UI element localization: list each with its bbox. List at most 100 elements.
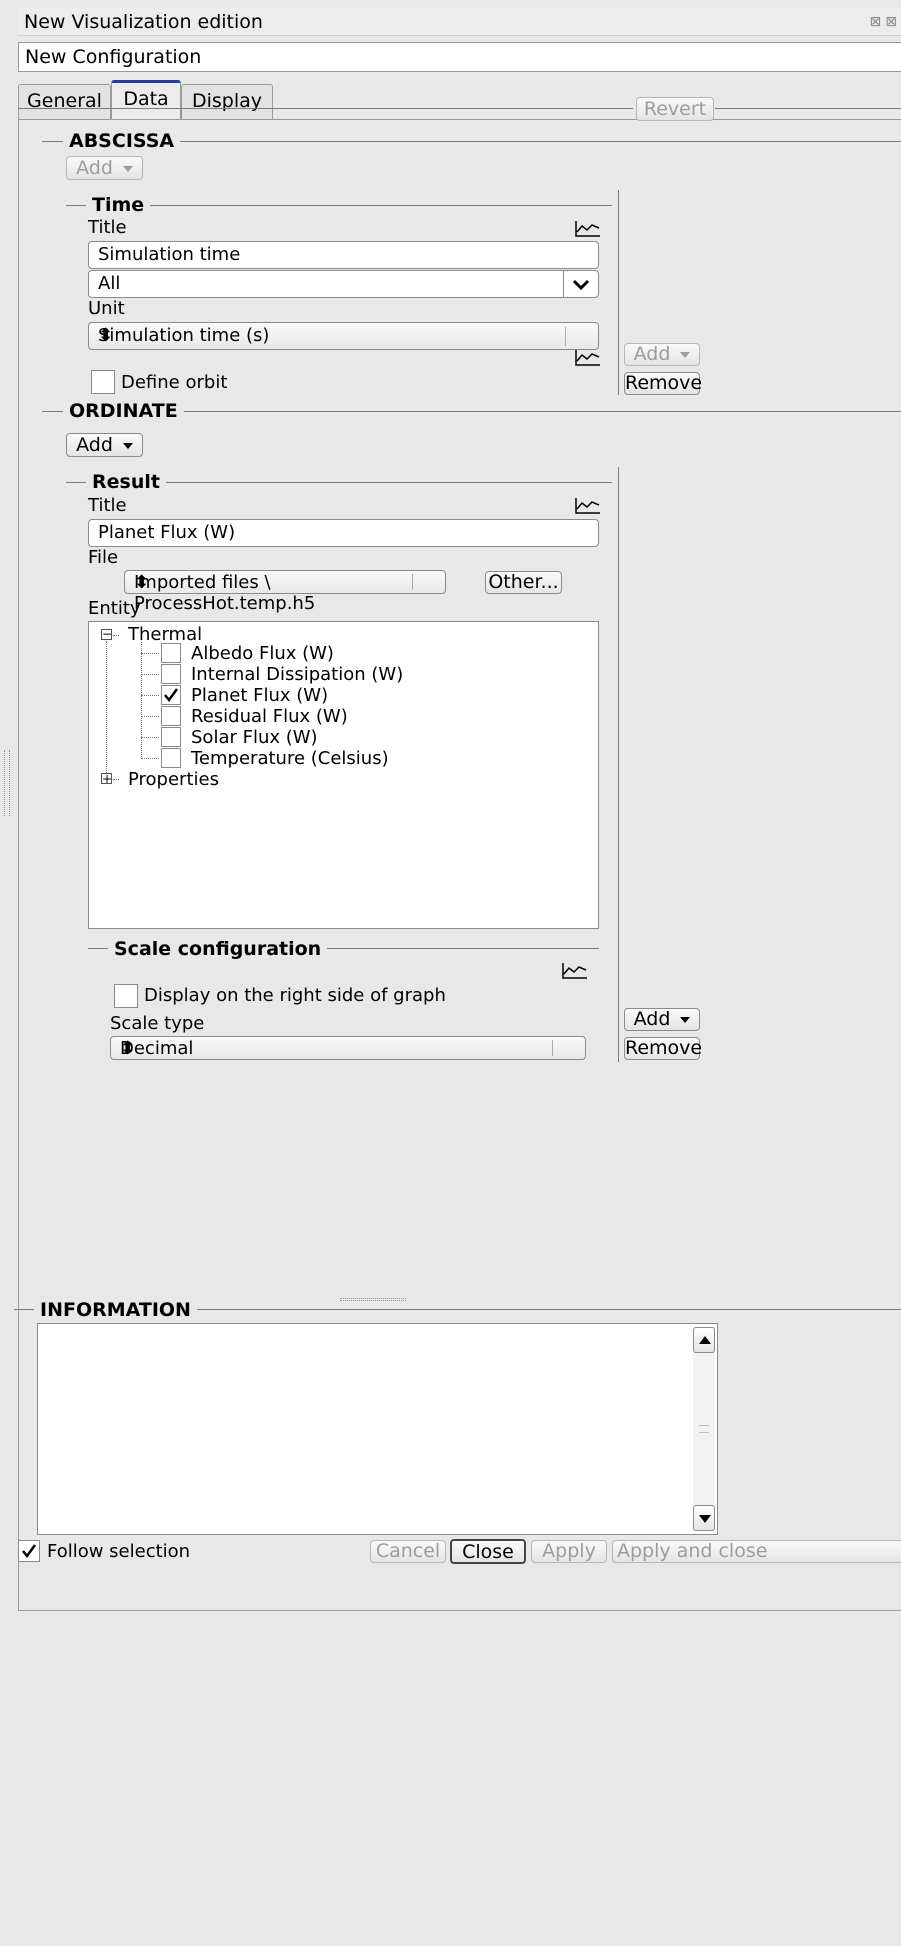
time-add-button[interactable]: Add bbox=[624, 343, 700, 366]
time-title-input[interactable]: Simulation time bbox=[88, 241, 599, 269]
file-other-button[interactable]: Other... bbox=[485, 571, 562, 594]
information-section-title: INFORMATION bbox=[34, 1299, 197, 1321]
tab-general[interactable]: General bbox=[18, 84, 111, 119]
abscissa-section-title: ABSCISSA bbox=[63, 130, 181, 152]
information-text-area[interactable] bbox=[37, 1323, 718, 1535]
tree-item-solar-flux[interactable]: Solar Flux (W) bbox=[191, 727, 318, 748]
time-unit-select[interactable]: Simulation time (s) ⬍ bbox=[88, 322, 599, 350]
revert-divider-right bbox=[715, 108, 901, 109]
graph-icon[interactable] bbox=[560, 960, 590, 982]
time-filter-value: All bbox=[98, 273, 121, 294]
updown-arrows-icon: ⬍ bbox=[98, 325, 114, 346]
tree-connector bbox=[141, 737, 159, 738]
visualization-edition-window: New Visualization edition ⊠⊠ New Configu… bbox=[0, 0, 901, 1946]
checkmark-icon bbox=[22, 1544, 37, 1559]
apply-button[interactable]: Apply bbox=[531, 1540, 607, 1563]
residual-flux-checkbox[interactable] bbox=[161, 706, 181, 726]
internal-dissipation-checkbox[interactable] bbox=[161, 664, 181, 684]
tree-connector bbox=[113, 779, 119, 780]
tree-connector bbox=[141, 758, 159, 759]
follow-selection-label: Follow selection bbox=[47, 1541, 191, 1562]
tab-data[interactable]: Data bbox=[111, 80, 181, 120]
float-icon[interactable]: ⊠ bbox=[870, 14, 886, 30]
right-side-checkbox[interactable] bbox=[114, 984, 138, 1008]
side-splitter-handle[interactable] bbox=[4, 750, 10, 816]
temperature-checkbox[interactable] bbox=[161, 748, 181, 768]
planet-flux-checkbox[interactable] bbox=[161, 685, 181, 705]
result-entity-label: Entity bbox=[88, 598, 141, 619]
define-orbit-checkbox[interactable] bbox=[91, 370, 115, 394]
ordinate-section-title: ORDINATE bbox=[63, 400, 184, 422]
result-title-input[interactable]: Planet Flux (W) bbox=[88, 519, 599, 547]
albedo-flux-checkbox[interactable] bbox=[161, 643, 181, 663]
time-group-right-border bbox=[618, 190, 619, 395]
checkmark-icon bbox=[164, 688, 179, 703]
time-title-label: Title bbox=[88, 217, 127, 238]
abscissa-add-label: Add bbox=[76, 157, 113, 179]
expand-icon[interactable]: + bbox=[101, 773, 112, 785]
time-add-label: Add bbox=[633, 343, 671, 365]
scale-type-select[interactable]: Decimal ⬍ bbox=[110, 1036, 586, 1060]
result-title-label: Title bbox=[88, 495, 127, 516]
splitter-handle[interactable] bbox=[340, 1298, 406, 1301]
arrow-down-icon bbox=[699, 1515, 711, 1523]
right-side-label: Display on the right side of graph bbox=[144, 985, 446, 1006]
result-title-value: Planet Flux (W) bbox=[98, 522, 236, 543]
time-remove-button[interactable]: Remove bbox=[624, 372, 702, 395]
select-divider bbox=[563, 271, 564, 297]
tree-group-thermal[interactable]: Thermal bbox=[128, 624, 202, 645]
window-title: New Visualization edition bbox=[24, 11, 263, 33]
result-section-title: Result bbox=[86, 471, 166, 493]
scroll-up-button[interactable] bbox=[693, 1327, 715, 1353]
scrollbar[interactable] bbox=[693, 1327, 715, 1531]
configuration-name-value: New Configuration bbox=[25, 46, 202, 68]
tree-group-properties[interactable]: Properties bbox=[128, 769, 219, 790]
time-filter-select[interactable]: All bbox=[88, 270, 599, 298]
tree-item-planet-flux[interactable]: Planet Flux (W) bbox=[191, 685, 328, 706]
result-file-label: File bbox=[88, 547, 119, 568]
tree-item-temperature[interactable]: Temperature (Celsius) bbox=[191, 748, 389, 769]
graph-icon[interactable] bbox=[573, 347, 603, 369]
tree-connector bbox=[141, 642, 142, 759]
time-unit-label: Unit bbox=[88, 298, 125, 319]
define-orbit-label: Define orbit bbox=[121, 372, 228, 393]
result-remove-button[interactable]: Remove bbox=[624, 1037, 702, 1060]
collapse-icon[interactable]: − bbox=[101, 628, 112, 640]
tree-connector bbox=[113, 635, 119, 636]
window-titlebar: New Visualization edition ⊠⊠ bbox=[18, 8, 901, 36]
result-add-button[interactable]: Add bbox=[624, 1008, 700, 1031]
tree-connector bbox=[141, 674, 159, 675]
scroll-grip bbox=[699, 1425, 709, 1433]
tree-connector bbox=[106, 641, 107, 781]
abscissa-add-button[interactable]: Add bbox=[66, 156, 143, 180]
follow-selection-checkbox[interactable] bbox=[18, 1540, 40, 1562]
ordinate-add-label: Add bbox=[76, 434, 113, 456]
scale-type-label: Scale type bbox=[110, 1013, 205, 1034]
graph-icon[interactable] bbox=[573, 495, 603, 517]
tree-item-residual-flux[interactable]: Residual Flux (W) bbox=[191, 706, 348, 727]
scroll-down-button[interactable] bbox=[693, 1505, 715, 1531]
close-button[interactable]: Close bbox=[450, 1539, 526, 1564]
chevron-down-icon bbox=[572, 279, 590, 291]
tree-connector bbox=[141, 716, 159, 717]
window-controls[interactable]: ⊠⊠ bbox=[870, 14, 901, 30]
configuration-name-field[interactable]: New Configuration bbox=[18, 42, 901, 72]
cancel-button[interactable]: Cancel bbox=[370, 1540, 446, 1563]
tree-item-internal-dissipation[interactable]: Internal Dissipation (W) bbox=[191, 664, 403, 685]
time-title-value: Simulation time bbox=[98, 244, 241, 265]
apply-and-close-button[interactable]: Apply and close bbox=[612, 1540, 901, 1563]
tree-connector bbox=[141, 695, 159, 696]
graph-icon[interactable] bbox=[573, 218, 603, 240]
revert-button[interactable]: Revert bbox=[636, 97, 714, 121]
tree-item-albedo-flux[interactable]: Albedo Flux (W) bbox=[191, 643, 334, 664]
tab-data-label: Data bbox=[123, 88, 169, 110]
entity-tree[interactable]: − Thermal Albedo Flux (W) Internal Dissi… bbox=[88, 621, 599, 929]
updown-arrows-icon: ⬍ bbox=[120, 1038, 136, 1059]
close-icon[interactable]: ⊠ bbox=[885, 14, 901, 30]
tree-connector bbox=[141, 653, 159, 654]
solar-flux-checkbox[interactable] bbox=[161, 727, 181, 747]
tab-display[interactable]: Display bbox=[181, 84, 273, 119]
ordinate-add-button[interactable]: Add bbox=[66, 433, 143, 457]
time-section-title: Time bbox=[86, 194, 151, 216]
result-file-select[interactable]: Imported files \ ProcessHot.temp.h5 ⬍ bbox=[124, 570, 446, 614]
